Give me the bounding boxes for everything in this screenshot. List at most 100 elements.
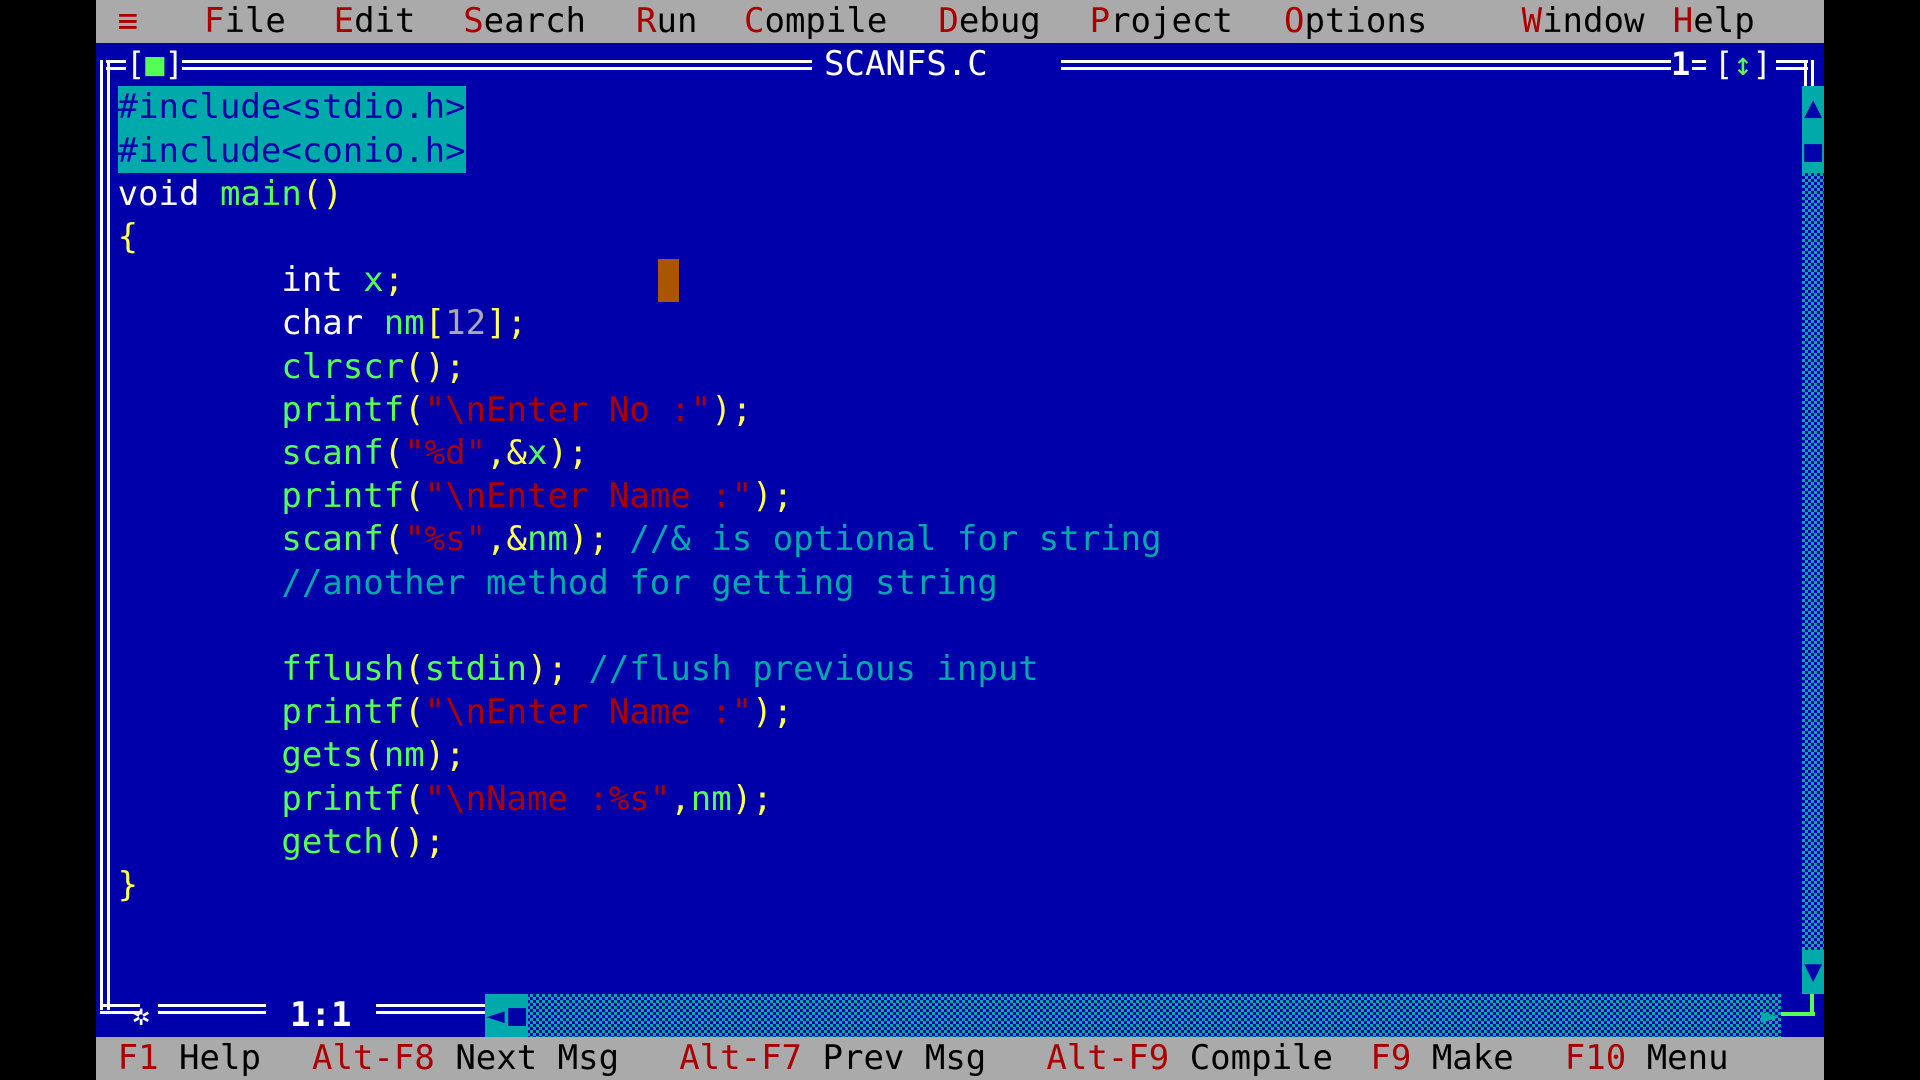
menu-hotkey: R [636,1,657,41]
hotkey-label: Make [1431,1037,1514,1078]
code-line[interactable]: scanf("%d",&x); [118,432,589,475]
code-token: fflush [117,648,405,689]
code-token: { [117,216,139,257]
code-token: ); [527,648,589,689]
horizontal-scroll-thumb[interactable]: ■ [506,993,528,1037]
code-token: ); [752,692,794,733]
menu-label: dit [354,1,416,41]
status-next-msg[interactable]: Alt-F8 Next Msg [312,1037,619,1080]
status-prev-msg[interactable]: Alt-F7 Prev Msg [679,1037,986,1080]
vertical-scroll-thumb[interactable]: ■ [1802,129,1824,173]
code-editor[interactable]: #include<stdio.h> #include<conio.h> void m… [117,86,1803,993]
code-line[interactable]: printf("\nName :%s",nm); [117,778,773,821]
menu-label: indow [1542,1,1645,41]
hotkey: F1 [117,1037,159,1078]
turbo-c-ide: ≡ File Edit Search Run Compile Debug Pro… [96,0,1824,1080]
code-line-selected[interactable]: #include<conio.h> [117,129,466,173]
status-compile[interactable]: Alt-F9 Compile [1046,1037,1333,1080]
code-token: printf [117,778,405,819]
close-box-bracket-right: ] [164,45,184,84]
menu-edit[interactable]: Edit [334,0,416,43]
close-icon: ■ [145,45,165,84]
menu-hotkey: H [1672,1,1694,41]
menu-project[interactable]: Project [1090,0,1233,43]
code-line[interactable]: { [118,216,138,259]
code-token: //another method for getting string [117,562,998,603]
menu-hotkey: W [1521,1,1543,41]
menu-hotkey: C [744,1,765,41]
menu-search[interactable]: Search [463,0,586,43]
scroll-left-button[interactable]: ◄ [484,993,507,1037]
code-token: } [117,864,139,905]
code-line[interactable]: printf("\nEnter No :"); [117,389,752,432]
text-cursor [657,259,680,303]
code-line[interactable]: fflush(stdin); //flush previous input [117,648,1038,691]
scroll-down-button[interactable]: ▼ [1802,950,1824,994]
menu-run[interactable]: Run [636,0,697,43]
code-token: main [219,173,302,214]
resize-handle-icon[interactable]: ✲ [132,994,150,1037]
code-token: x [527,432,548,473]
code-token: #include<conio.h> [117,130,466,171]
code-line[interactable]: char nm[12]; [118,302,527,345]
zoom-box-bracket-right: ] [1752,45,1772,84]
code-line[interactable]: int x; [117,259,404,302]
horizontal-scrollbar[interactable] [484,993,1781,1037]
status-menu[interactable]: F10 Menu [1565,1037,1729,1080]
code-token: () [301,173,343,214]
code-token: stdin [424,648,528,689]
hotkey: Alt-F9 [1046,1037,1170,1078]
code-line[interactable]: } [118,864,138,907]
code-token: char [117,303,384,344]
code-line[interactable]: void main() [118,173,343,216]
frame-right-corner [1804,60,1814,88]
system-menu-icon[interactable]: ≡ [118,0,138,43]
close-box-bracket-left: [ [126,45,146,84]
zoom-box[interactable]: [↕] [1714,43,1772,86]
frame-top-line [1692,60,1706,70]
hotkey-label: Help [179,1037,261,1078]
menu-options[interactable]: Options [1284,0,1427,43]
code-line[interactable]: scanf("%s",&nm); //& is optional for str… [118,518,1162,561]
hotkey-label: Next Msg [455,1037,620,1078]
code-line[interactable]: //another method for getting string [117,562,998,605]
code-line[interactable]: getch(); [118,821,445,864]
menu-label: un [656,1,698,41]
code-token: ); [752,476,794,517]
code-line[interactable]: gets(nm); [118,734,465,777]
close-box[interactable]: [■] [126,43,184,86]
menu-hotkey: O [1284,1,1305,41]
menu-debug[interactable]: Debug [938,0,1040,43]
zoom-box-bracket-left: [ [1714,45,1734,84]
code-token: nm [527,519,568,560]
code-token: "\nEnter No :" [424,389,712,430]
code-token: int [117,260,364,301]
status-help[interactable]: F1 Help [118,1037,261,1080]
menu-help[interactable]: Help [1673,0,1755,43]
scroll-right-button[interactable]: ► [1759,994,1781,1037]
scroll-up-button[interactable]: ▲ [1802,86,1824,130]
cursor-position: 1:1 [290,994,352,1035]
code-token: printf [117,389,405,430]
status-make[interactable]: F9 Make [1370,1037,1513,1080]
code-token: ); [731,778,773,819]
code-token: void [117,173,220,214]
code-token: 12 [445,303,487,344]
code-token: ( [404,648,425,689]
code-token: ( [383,519,405,560]
window-number: 1 [1671,45,1691,84]
frame-left-inner [106,66,110,1004]
code-token: , [670,778,691,819]
code-line-selected[interactable]: #include<stdio.h> [117,86,466,130]
menu-compile[interactable]: Compile [744,0,887,43]
menu-window[interactable]: Window [1522,0,1645,43]
status-bar: F1 Help Alt-F8 Next Msg Alt-F7 Prev Msg … [96,1036,1824,1080]
menu-file[interactable]: File [204,0,286,43]
code-line[interactable]: clrscr(); [118,346,465,389]
code-token: ); [547,432,589,473]
code-line[interactable]: printf("\nEnter Name :"); [118,475,794,518]
code-token: //& is optional for string [629,519,1162,560]
code-line[interactable]: printf("\nEnter Name :"); [118,691,794,734]
frame-corner-right [1810,993,1814,1016]
vertical-scrollbar[interactable] [1802,86,1824,994]
